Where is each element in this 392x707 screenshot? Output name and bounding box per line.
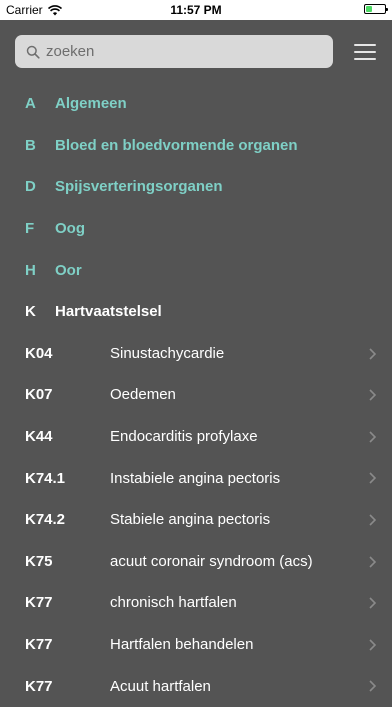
item-name: Instabiele angina pectoris (110, 469, 281, 487)
chevron-right-icon (369, 514, 377, 526)
search-field[interactable] (15, 35, 333, 68)
list-item[interactable]: K74.2 Stabiele angina pectoris (0, 499, 392, 541)
section-name: Oor (55, 261, 82, 279)
section-code: K (25, 303, 36, 321)
item-name: Acuut hartfalen (110, 677, 211, 695)
chapter-list: A Algemeen B Bloed en bloedvormende orga… (0, 83, 392, 707)
menu-line (354, 44, 376, 46)
section-code: B (25, 136, 36, 154)
chevron-right-icon (369, 639, 377, 651)
status-bar: Carrier 11:57 PM (0, 0, 392, 20)
item-name: chronisch hartfalen (110, 594, 237, 612)
search-input[interactable] (46, 43, 333, 60)
list-item[interactable]: K04 Sinustachycardie (0, 333, 392, 375)
section-name: Spijsverteringsorganen (55, 178, 223, 196)
search-icon (26, 45, 40, 59)
status-time: 11:57 PM (170, 3, 222, 17)
chevron-right-icon (369, 680, 377, 692)
section-code: A (25, 95, 36, 113)
chevron-right-icon (369, 555, 377, 568)
battery-level (366, 6, 372, 12)
list-item[interactable]: K77 Acuut hartfalen (0, 665, 392, 707)
section-code: F (25, 220, 35, 238)
section-row-h[interactable]: H Oor (0, 249, 392, 291)
section-row-k-active[interactable]: K Hartvaatstelsel (0, 291, 392, 333)
item-name: Stabiele angina pectoris (110, 511, 271, 529)
list-item[interactable]: K77 Hartfalen behandelen (0, 624, 392, 666)
section-code: H (25, 261, 36, 279)
chevron-right-icon (369, 431, 377, 443)
chevron-right-icon (369, 347, 377, 360)
menu-line (354, 58, 376, 60)
chevron-right-icon (369, 597, 377, 609)
chevron-right-icon (369, 472, 377, 484)
section-row-a[interactable]: A Algemeen (0, 83, 392, 125)
item-code: K77 (25, 677, 53, 695)
item-code: K75 (25, 552, 53, 570)
item-code: K07 (25, 386, 53, 404)
section-name: Algemeen (55, 95, 127, 113)
section-name: Oog (55, 220, 85, 238)
section-name: Hartvaatstelsel (55, 303, 162, 321)
list-item[interactable]: K77 chronisch hartfalen (0, 582, 392, 624)
list-item[interactable]: K44 Endocarditis profylaxe (0, 416, 392, 458)
section-name: Bloed en bloedvormende organen (55, 136, 298, 154)
item-code: K74.2 (25, 511, 66, 529)
menu-line (354, 51, 376, 53)
battery-icon (364, 4, 388, 14)
section-row-b[interactable]: B Bloed en bloedvormende organen (0, 125, 392, 167)
section-code: D (25, 178, 36, 196)
section-row-f[interactable]: F Oog (0, 208, 392, 250)
item-name: Hartfalen behandelen (110, 636, 254, 654)
item-name: Endocarditis profylaxe (110, 428, 258, 446)
list-item[interactable]: K07 Oedemen (0, 374, 392, 416)
item-name: Sinustachycardie (110, 344, 225, 362)
chevron-right-icon (369, 389, 377, 401)
item-code: K74.1 (25, 469, 66, 487)
item-code: K77 (25, 636, 53, 654)
item-code: K04 (25, 344, 53, 362)
list-item[interactable]: K74.1 Instabiele angina pectoris (0, 457, 392, 499)
hamburger-menu-icon[interactable] (352, 40, 378, 62)
list-item[interactable]: K75 acuut coronair syndroom (acs) (0, 541, 392, 583)
section-row-d[interactable]: D Spijsverteringsorganen (0, 166, 392, 208)
item-name: acuut coronair syndroom (acs) (110, 552, 313, 570)
item-code: K77 (25, 594, 53, 612)
item-name: Oedemen (110, 386, 176, 404)
item-code: K44 (25, 428, 53, 446)
